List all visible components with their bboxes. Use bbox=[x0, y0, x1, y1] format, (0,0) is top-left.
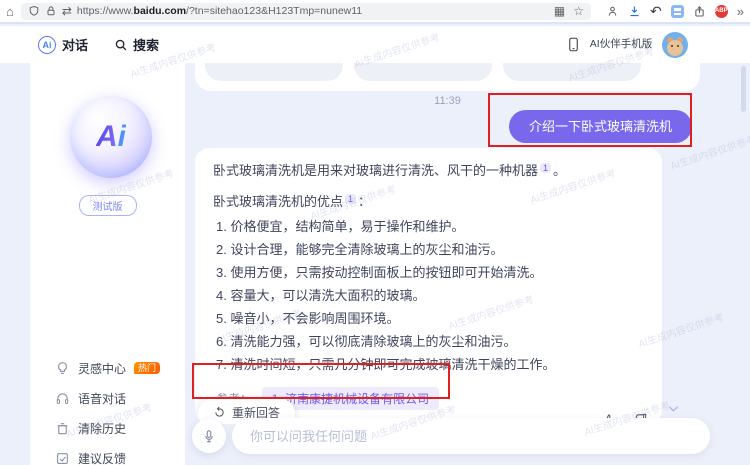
citation-ref[interactable]: 1 bbox=[345, 193, 357, 204]
app-top-nav: Ai 对话 搜索 AI伙伴手机版 bbox=[0, 26, 750, 63]
send-to-device-icon[interactable] bbox=[606, 5, 619, 18]
download-icon[interactable] bbox=[628, 5, 641, 18]
undo-icon[interactable]: ↶ bbox=[650, 4, 662, 18]
phone-icon[interactable] bbox=[567, 37, 580, 52]
swap-icon[interactable]: ⇄ bbox=[62, 5, 72, 17]
scrollbar-thumb[interactable] bbox=[741, 66, 746, 112]
user-message-bubble: 介绍一下卧式玻璃清洗机 bbox=[509, 110, 693, 143]
mobile-companion-link[interactable]: AI伙伴手机版 bbox=[588, 38, 654, 51]
qr-code-icon[interactable]: ▦ bbox=[554, 5, 565, 17]
toolbar-extensions: ↶ ABP » bbox=[606, 4, 744, 18]
shield-icon[interactable] bbox=[28, 5, 40, 17]
bookmark-star-icon[interactable]: ☆ bbox=[573, 5, 584, 17]
browser-toolbar: ⌂ ⇄ https://www.baidu.com/?tn=sitehao123… bbox=[0, 0, 750, 24]
microphone-icon bbox=[205, 429, 213, 442]
sidebar-item-inspiration[interactable]: 灵感中心 热门 bbox=[55, 360, 161, 376]
reference-source-name: 济南康捷机械设备有限公司 bbox=[285, 392, 430, 407]
hot-badge: 热门 bbox=[134, 362, 161, 374]
url-text[interactable]: https://www.baidu.com/?tn=sitehao123&H12… bbox=[77, 5, 549, 17]
tab-search[interactable]: 搜索 bbox=[114, 35, 159, 54]
sidebar-item-voice-chat[interactable]: 语音对话 bbox=[55, 390, 160, 406]
ai-chat-tab-icon[interactable]: Ai bbox=[38, 35, 56, 54]
home-icon[interactable]: ⌂ bbox=[6, 5, 14, 18]
answer-point: 4. 容量大，可以清洗大面积的玻璃。 bbox=[216, 288, 426, 304]
search-icon bbox=[115, 39, 127, 50]
baidu-ai-chat-page: AI生成内容仅供参考 AI生成内容仅供参考 AI生成内容仅供参考 AI生成内容仅… bbox=[0, 26, 750, 465]
sidebar-item-label: 建议反馈 bbox=[78, 451, 127, 465]
ai-answer-card: 卧式玻璃清洗机是用来对玻璃进行清洗、风干的一种机器 1。 卧式玻璃清洗机的优点 1：… bbox=[195, 148, 662, 424]
toolbar-overflow-icon[interactable]: » bbox=[737, 5, 744, 18]
answer-points-list: 1. 价格便宜，结构简单，易于操作和维护。 2. 设计合理，能够完全清除玻璃上的… bbox=[213, 220, 644, 371]
chat-input[interactable] bbox=[232, 418, 710, 454]
avatar-eye bbox=[677, 44, 679, 47]
answer-point: 2. 设计合理，能够完全清除玻璃上的灰尘和油污。 bbox=[216, 242, 504, 258]
ai-logo-text: Ai bbox=[96, 120, 126, 153]
avatar-eye bbox=[671, 44, 673, 47]
sidebar-item-label: 清除历史 bbox=[78, 421, 127, 436]
feedback-icon bbox=[57, 452, 68, 464]
ai-logo-bubble: Ai bbox=[70, 96, 152, 178]
sidebar-menu: 灵感中心 热门 语音对话 清除历史 建议反馈 bbox=[55, 360, 161, 465]
adblock-icon[interactable]: ABP bbox=[714, 4, 728, 18]
answer-point: 7. 清洗时间短，只需几分钟即可完成玻璃清洗干燥的工作。 bbox=[216, 357, 556, 373]
beta-badge: 测试版 bbox=[78, 195, 137, 216]
sidebar: Ai 测试版 灵感中心 热门 语音对话 清除历史 建议反馈 bbox=[30, 63, 185, 465]
answer-intro: 卧式玻璃清洗机是用来对玻璃进行清洗、风干的一种机器 1。 bbox=[213, 163, 567, 178]
refresh-icon bbox=[215, 406, 224, 417]
answer-points-title: 卧式玻璃清洗机的优点 1： bbox=[213, 193, 372, 209]
translate-extension-icon[interactable] bbox=[670, 4, 684, 18]
answer-point: 5. 噪音小，不会影响周围环境。 bbox=[216, 311, 400, 327]
sidebar-item-label: 灵感中心 bbox=[78, 361, 127, 376]
collapse-chevron-icon[interactable] bbox=[668, 400, 679, 418]
lightbulb-icon bbox=[58, 361, 67, 374]
avatar-face bbox=[667, 39, 683, 56]
sidebar-item-label: 语音对话 bbox=[78, 391, 127, 406]
sidebar-item-clear-history[interactable]: 清除历史 bbox=[55, 420, 160, 436]
chat-input-container bbox=[232, 418, 710, 454]
user-avatar[interactable] bbox=[662, 31, 688, 58]
citation-ref[interactable]: 1 bbox=[540, 163, 552, 173]
tab-chat[interactable]: 对话 bbox=[62, 35, 88, 54]
answer-point: 3. 使用方便，只需按动控制面板上的按钮即可开始清洗。 bbox=[216, 265, 543, 281]
search-label: 搜索 bbox=[133, 38, 160, 53]
message-timestamp: 11:39 bbox=[434, 95, 461, 107]
address-bar[interactable]: ⇄ https://www.baidu.com/?tn=sitehao123&H… bbox=[20, 2, 592, 20]
sidebar-item-feedback[interactable]: 建议反馈 bbox=[55, 450, 160, 465]
microphone-button[interactable] bbox=[192, 419, 226, 453]
share-icon[interactable] bbox=[693, 5, 706, 18]
answer-point: 1. 价格便宜，结构简单，易于操作和维护。 bbox=[216, 219, 465, 235]
answer-point: 6. 清洗能力强，可以彻底清除玻璃上的灰尘和油污。 bbox=[216, 334, 517, 350]
headset-icon bbox=[56, 392, 69, 404]
trash-icon bbox=[57, 422, 68, 434]
lock-icon[interactable] bbox=[45, 5, 57, 17]
